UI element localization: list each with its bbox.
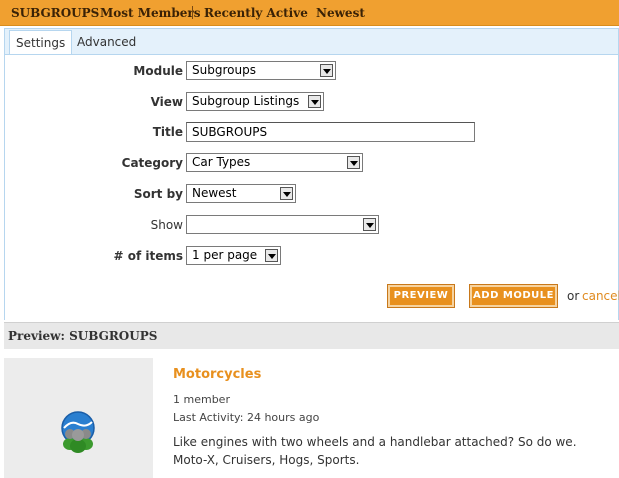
nav-separator	[192, 6, 193, 19]
category-value: Car Types	[192, 155, 251, 169]
chevron-down-icon[interactable]	[265, 249, 278, 262]
preview-button[interactable]: PREVIEW	[387, 284, 455, 308]
chevron-down-icon[interactable]	[320, 64, 333, 77]
group-people-icon	[61, 411, 95, 453]
show-select[interactable]	[186, 215, 379, 234]
chevron-down-icon[interactable]	[308, 95, 321, 108]
module-select[interactable]: Subgroups	[186, 61, 336, 80]
module-label: Module	[133, 64, 183, 78]
category-select[interactable]: Car Types	[186, 153, 363, 172]
sort-value: Newest	[192, 186, 237, 200]
nav-recently-active[interactable]: Recently Active	[204, 6, 308, 20]
or-text: or	[567, 289, 580, 303]
chevron-down-icon[interactable]	[280, 187, 293, 200]
tab-advanced[interactable]: Advanced	[71, 31, 142, 53]
category-label: Category	[121, 156, 183, 170]
top-nav: SUBGROUPS Most Members Recently Active N…	[0, 0, 619, 26]
show-label: Show	[150, 218, 183, 232]
items-select[interactable]: 1 per page	[186, 246, 281, 265]
settings-panel: Settings Advanced Module Subgroups View …	[4, 28, 619, 320]
preview-title: Preview: SUBGROUPS	[8, 329, 158, 343]
group-members: 1 member	[173, 393, 230, 406]
preview-header: Preview: SUBGROUPS	[4, 322, 619, 349]
group-thumbnail[interactable]	[4, 358, 153, 478]
title-label: Title	[152, 125, 183, 139]
module-value: Subgroups	[192, 63, 256, 77]
add-module-button[interactable]: ADD MODULE	[469, 284, 558, 308]
nav-newest[interactable]: Newest	[316, 6, 365, 20]
items-value: 1 per page	[192, 248, 258, 262]
settings-form: Module Subgroups View Subgroup Listings …	[5, 54, 619, 320]
group-description: Like engines with two wheels and a handl…	[173, 435, 577, 467]
tab-settings[interactable]: Settings	[9, 30, 73, 56]
sort-label: Sort by	[133, 187, 183, 201]
nav-subgroups[interactable]: SUBGROUPS	[11, 6, 99, 20]
title-input[interactable]: SUBGROUPS	[186, 122, 475, 142]
group-last-activity: Last Activity: 24 hours ago	[173, 411, 320, 424]
nav-most-members[interactable]: Most Members	[100, 6, 200, 20]
group-name-link[interactable]: Motorcycles	[173, 367, 261, 382]
items-label: # of items	[113, 249, 183, 263]
tab-bar: Settings Advanced	[5, 29, 618, 56]
chevron-down-icon[interactable]	[347, 156, 360, 169]
view-select[interactable]: Subgroup Listings	[186, 92, 324, 111]
sort-select[interactable]: Newest	[186, 184, 296, 203]
view-label: View	[150, 95, 183, 109]
view-value: Subgroup Listings	[192, 94, 300, 108]
cancel-link[interactable]: cancel	[582, 289, 619, 303]
chevron-down-icon[interactable]	[363, 218, 376, 231]
